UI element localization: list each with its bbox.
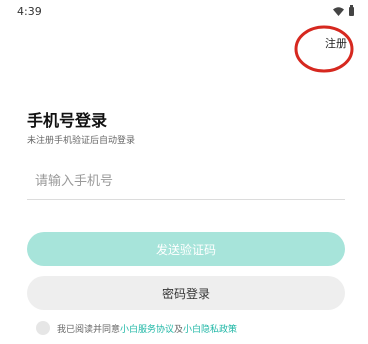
send-code-button[interactable]: 发送验证码: [27, 232, 345, 266]
phone-input[interactable]: [27, 163, 345, 199]
wifi-icon: [333, 6, 344, 16]
agreement-prefix: 我已阅读并同意: [57, 324, 121, 335]
password-login-button[interactable]: 密码登录: [27, 276, 345, 310]
agree-checkbox[interactable]: [36, 321, 50, 335]
annotation-circle: [294, 25, 354, 73]
agreement: 我已阅读并同意 小白服务协议 及 小白隐私政策: [36, 321, 237, 335]
battery-icon: [349, 4, 354, 16]
status-time: 4:39: [17, 5, 42, 18]
agreement-conjunction: 及: [174, 324, 184, 335]
status-icons: [333, 4, 354, 16]
service-agreement-link[interactable]: 小白服务协议: [120, 322, 174, 335]
login-screen: 4:39 注册 手机号登录 未注册手机验证后自动登录 发送验证码 密码登录 我已…: [0, 0, 368, 344]
privacy-policy-link[interactable]: 小白隐私政策: [183, 322, 237, 335]
phone-field: [27, 163, 345, 200]
page-subtitle: 未注册手机验证后自动登录: [27, 136, 136, 146]
page-title: 手机号登录: [27, 111, 108, 130]
